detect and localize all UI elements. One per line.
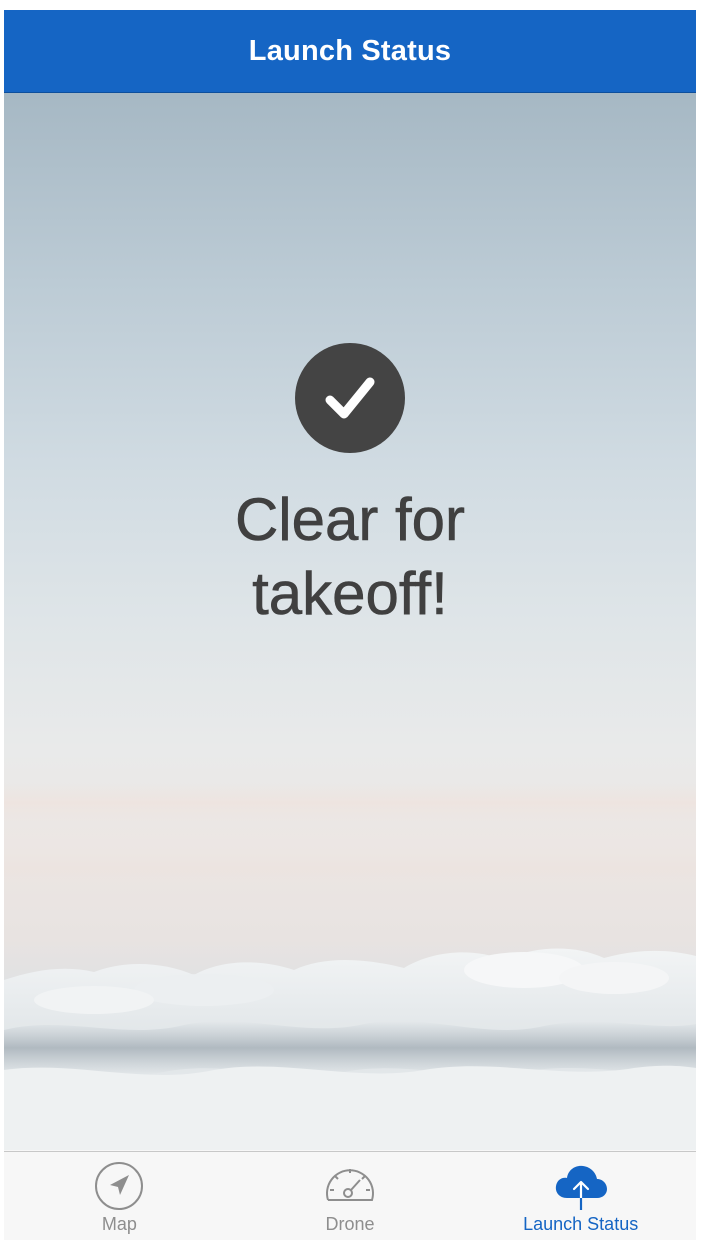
status-message: Clear for takeoff!: [4, 483, 696, 631]
page-title: Launch Status: [248, 34, 452, 67]
checkmark-icon: [325, 377, 375, 419]
tab-label: Drone: [325, 1214, 375, 1234]
navigation-bar: Launch Status: [4, 10, 696, 93]
haze-band: [4, 853, 696, 883]
cloud-upload-icon: [553, 1160, 609, 1212]
launch-status-panel: Clear for takeoff!: [4, 343, 696, 631]
status-line-1: Clear for: [234, 486, 466, 554]
sky-background: Clear for takeoff!: [4, 93, 696, 1150]
checkmark-circle-icon: [295, 343, 405, 453]
tab-launch-status[interactable]: Launch Status: [465, 1152, 696, 1240]
haze-band: [4, 783, 696, 823]
tab-map[interactable]: Map: [4, 1152, 235, 1240]
tab-label: Launch Status: [523, 1214, 639, 1234]
status-line-2: takeoff!: [252, 560, 448, 628]
cloud-layer: [4, 948, 696, 1150]
speedometer-icon: [322, 1160, 378, 1212]
tab-label: Map: [101, 1214, 137, 1234]
tab-drone[interactable]: Drone: [235, 1152, 466, 1240]
location-arrow-icon: [91, 1160, 147, 1212]
app-screen: Launch Status Clear for takeoff! Map Dro…: [4, 10, 696, 1240]
tab-bar: Map Drone Launch Status: [4, 1151, 696, 1240]
